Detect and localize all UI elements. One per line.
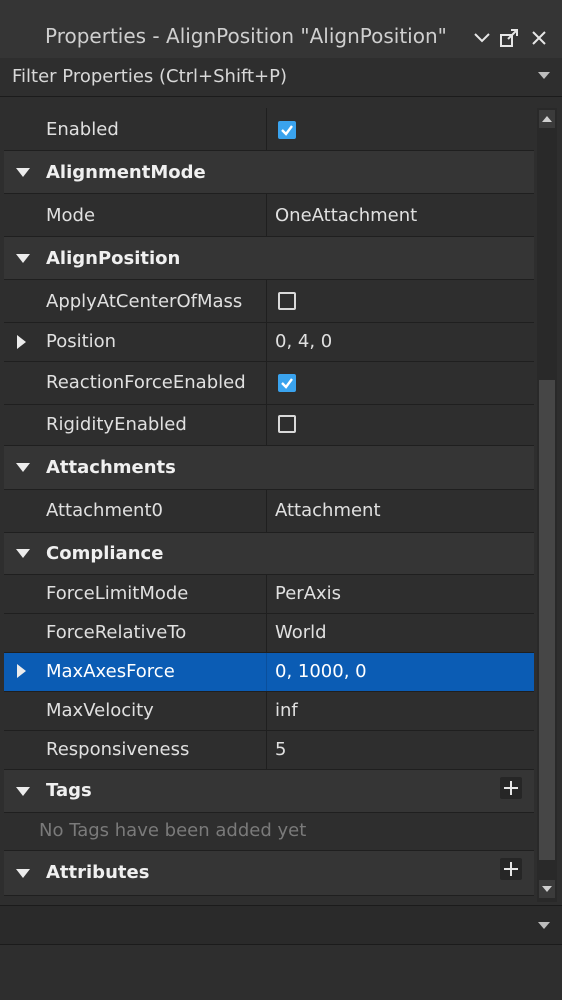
properties-titlebar: Properties - AlignPosition "AlignPositio… xyxy=(0,0,562,59)
property-name: ReactionForceEnabled xyxy=(46,372,246,393)
property-row-responsiveness[interactable]: Responsiveness 5 xyxy=(4,731,534,770)
property-value[interactable]: Attachment xyxy=(275,500,381,521)
property-value[interactable]: PerAxis xyxy=(275,583,341,604)
property-name: ForceLimitMode xyxy=(46,583,189,604)
property-value[interactable]: 5 xyxy=(275,739,286,760)
chevron-down-icon[interactable] xyxy=(538,922,550,929)
property-name: Attachment0 xyxy=(46,500,163,521)
expand-arrow-icon[interactable] xyxy=(16,254,30,263)
property-name: MaxAxesForce xyxy=(46,661,175,682)
column-divider xyxy=(266,194,267,236)
property-row-maxaxesforce[interactable]: MaxAxesForce 0, 1000, 0 xyxy=(4,653,534,692)
property-row-mode[interactable]: Mode OneAttachment xyxy=(4,194,534,237)
property-row-position[interactable]: Position 0, 4, 0 xyxy=(4,323,534,362)
column-divider xyxy=(266,108,267,150)
expand-arrow-icon[interactable] xyxy=(16,463,30,472)
property-row-applyatcenterofmass[interactable]: ApplyAtCenterOfMass xyxy=(4,280,534,323)
column-divider xyxy=(266,323,267,361)
tags-empty-text: No Tags have been added yet xyxy=(39,820,307,841)
property-row-enabled[interactable]: Enabled xyxy=(4,108,534,151)
category-tags[interactable]: Tags xyxy=(4,770,534,813)
property-row-maxvelocity[interactable]: MaxVelocity inf xyxy=(4,692,534,731)
category-label: Tags xyxy=(46,780,92,801)
column-divider xyxy=(266,490,267,532)
property-name: ApplyAtCenterOfMass xyxy=(46,291,243,312)
chevron-down-icon[interactable] xyxy=(538,72,550,79)
category-label: AlignPosition xyxy=(46,248,181,269)
scroll-up-icon[interactable] xyxy=(539,110,555,128)
collapse-icon[interactable] xyxy=(470,24,496,52)
property-value[interactable]: World xyxy=(275,622,327,643)
property-row-reactionforceenabled[interactable]: ReactionForceEnabled xyxy=(4,362,534,405)
add-attribute-icon[interactable] xyxy=(500,858,522,880)
bottom-dropdown[interactable] xyxy=(0,905,562,945)
expand-arrow-icon[interactable] xyxy=(16,168,30,177)
property-name: Enabled xyxy=(46,119,119,140)
property-name: MaxVelocity xyxy=(46,700,154,721)
category-alignmentmode[interactable]: AlignmentMode xyxy=(4,151,534,194)
filter-placeholder: Filter Properties (Ctrl+Shift+P) xyxy=(12,66,287,87)
expand-arrow-icon[interactable] xyxy=(16,787,30,796)
category-alignposition[interactable]: AlignPosition xyxy=(4,237,534,280)
property-name: ForceRelativeTo xyxy=(46,622,187,643)
undock-icon[interactable] xyxy=(497,24,523,52)
property-row-attachment0[interactable]: Attachment0 Attachment xyxy=(4,490,534,533)
property-value[interactable]: 0, 1000, 0 xyxy=(275,661,367,682)
property-value[interactable]: OneAttachment xyxy=(275,205,417,226)
properties-grid: Enabled AlignmentMode Mode OneAttachment… xyxy=(4,108,534,902)
expand-arrow-icon[interactable] xyxy=(17,335,26,349)
enabled-checkbox[interactable] xyxy=(278,121,296,139)
rigidityenabled-checkbox[interactable] xyxy=(278,415,296,433)
expand-arrow-icon[interactable] xyxy=(16,549,30,558)
vertical-scrollbar[interactable] xyxy=(537,108,557,902)
column-divider xyxy=(266,653,267,691)
tags-empty-row: No Tags have been added yet xyxy=(4,813,534,851)
category-label: Compliance xyxy=(46,543,164,564)
expand-arrow-icon[interactable] xyxy=(16,869,30,878)
property-name: RigidityEnabled xyxy=(46,414,187,435)
property-row-forcerelativeto[interactable]: ForceRelativeTo World xyxy=(4,614,534,653)
property-name: Position xyxy=(46,331,117,352)
column-divider xyxy=(266,362,267,404)
category-label: AlignmentMode xyxy=(46,162,206,183)
scrollbar-thumb[interactable] xyxy=(539,380,555,860)
column-divider xyxy=(266,614,267,652)
column-divider xyxy=(266,692,267,730)
column-divider xyxy=(266,731,267,769)
property-row-forcelimitmode[interactable]: ForceLimitMode PerAxis xyxy=(4,575,534,614)
category-attachments[interactable]: Attachments xyxy=(4,446,534,490)
close-icon[interactable] xyxy=(526,24,552,52)
property-value[interactable]: inf xyxy=(275,700,298,721)
property-name: Mode xyxy=(46,205,96,226)
category-label: Attachments xyxy=(46,457,176,478)
window-title: Properties - AlignPosition "AlignPositio… xyxy=(45,24,447,48)
property-name: Responsiveness xyxy=(46,739,190,760)
applyatcenterofmass-checkbox[interactable] xyxy=(278,292,296,310)
property-value[interactable]: 0, 4, 0 xyxy=(275,331,332,352)
expand-arrow-icon[interactable] xyxy=(17,664,26,678)
column-divider xyxy=(266,405,267,445)
category-compliance[interactable]: Compliance xyxy=(4,533,534,575)
category-label: Attributes xyxy=(46,862,150,883)
add-tag-icon[interactable] xyxy=(500,777,522,799)
category-attributes[interactable]: Attributes xyxy=(4,851,534,896)
filter-properties-input[interactable]: Filter Properties (Ctrl+Shift+P) xyxy=(0,58,562,97)
reactionforceenabled-checkbox[interactable] xyxy=(278,374,296,392)
scroll-down-icon[interactable] xyxy=(539,880,555,898)
column-divider xyxy=(266,280,267,322)
column-divider xyxy=(266,575,267,613)
property-row-rigidityenabled[interactable]: RigidityEnabled xyxy=(4,405,534,446)
